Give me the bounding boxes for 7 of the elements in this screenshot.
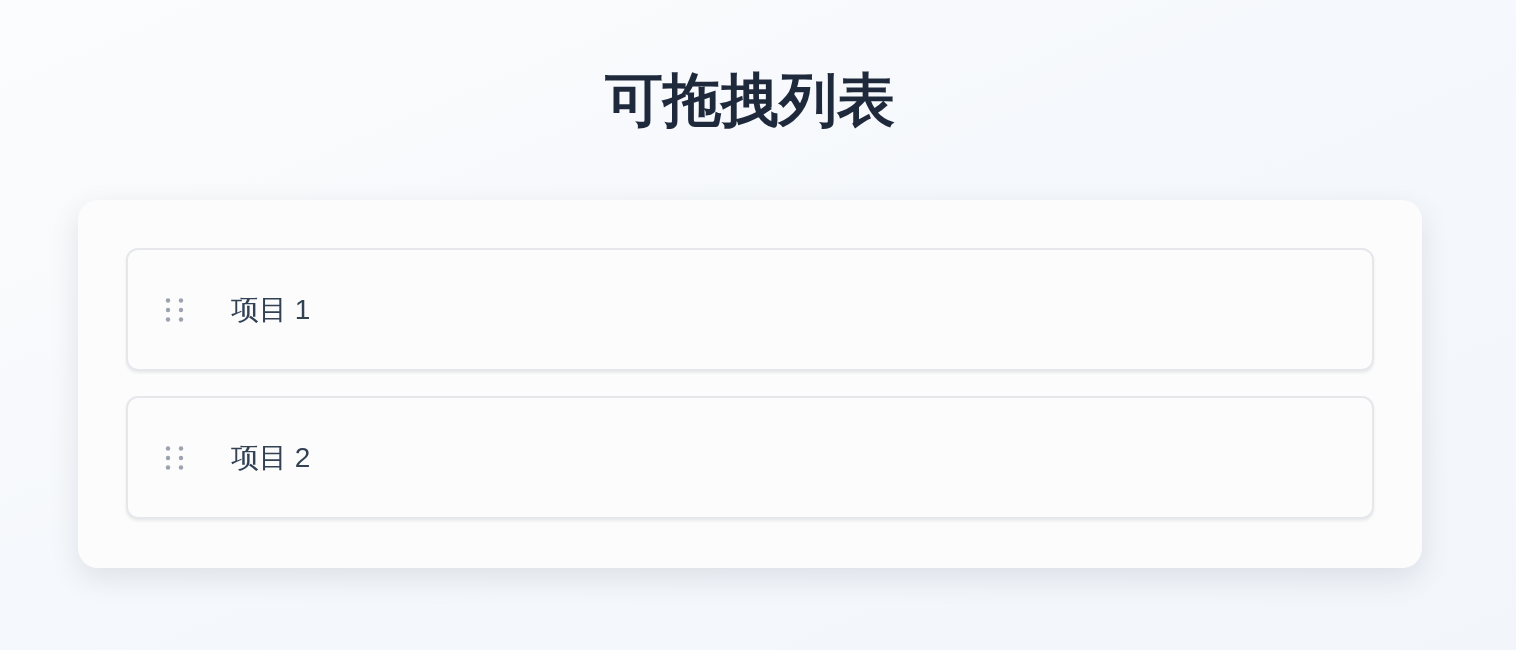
list-item[interactable]: 项目 1 (126, 248, 1374, 371)
drag-handle-icon[interactable] (164, 297, 185, 322)
list-item[interactable]: 项目 2 (126, 396, 1374, 519)
drag-handle-icon[interactable] (164, 445, 185, 470)
item-label: 项目 1 (231, 295, 311, 324)
item-label: 项目 2 (231, 443, 311, 472)
page-title: 可拖拽列表 (605, 66, 895, 134)
